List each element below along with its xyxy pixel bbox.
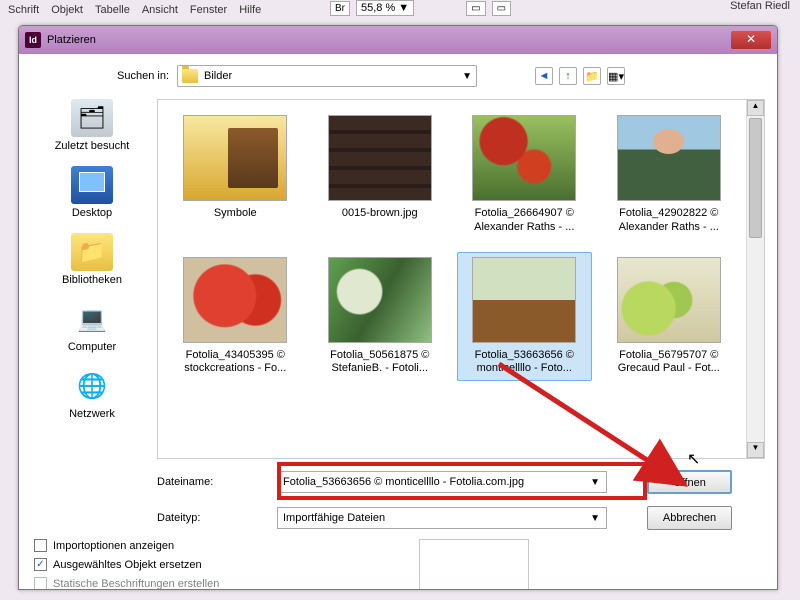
- computer-icon: [71, 300, 113, 338]
- filetype-label: Dateityp:: [157, 512, 277, 524]
- thumbnail: [472, 115, 576, 201]
- menu-objekt[interactable]: Objekt: [51, 4, 83, 16]
- menu-hilfe[interactable]: Hilfe: [239, 4, 261, 16]
- screenmode-icon[interactable]: ▭: [466, 1, 485, 16]
- file-item[interactable]: Symbole: [168, 110, 303, 240]
- chevron-down-icon: ▼: [590, 513, 600, 524]
- menu-fenster[interactable]: Fenster: [190, 4, 227, 16]
- file-caption: Fotolia_50561875 © StefanieB. - Fotoli..…: [316, 349, 445, 377]
- file-item[interactable]: Fotolia_42902822 © Alexander Raths - ...: [602, 110, 737, 240]
- filename-input[interactable]: Fotolia_53663656 © monticellllo - Fotoli…: [277, 471, 607, 493]
- filename-label: Dateiname:: [157, 476, 277, 488]
- current-folder: Bilder: [204, 70, 232, 82]
- menu-ansicht[interactable]: Ansicht: [142, 4, 178, 16]
- file-caption: Fotolia_43405395 © stockcreations - Fo..…: [171, 349, 300, 377]
- sidebar-libraries[interactable]: Bibliotheken: [27, 233, 157, 286]
- thumbnail: [617, 257, 721, 343]
- zoom-display[interactable]: 55,8 % ▼: [356, 0, 414, 16]
- nav-row: Suchen in: Bilder ▼ ◄ ↑ 📁 ▦ ▾: [79, 64, 747, 88]
- sidebar-desktop[interactable]: Desktop: [27, 166, 157, 219]
- file-caption: Symbole: [171, 207, 300, 221]
- thumbnail: [472, 257, 576, 343]
- file-item[interactable]: Fotolia_43405395 © stockcreations - Fo..…: [168, 252, 303, 382]
- thumbnail: [328, 257, 432, 343]
- folder-icon: [182, 69, 198, 83]
- menubar: Schrift Objekt Tabelle Ansicht Fenster H…: [0, 0, 261, 20]
- checkbox-box: [34, 539, 47, 552]
- open-button[interactable]: Öffnen: [647, 470, 732, 494]
- file-caption: Fotolia_56795707 © Grecaud Paul - Fot...: [605, 349, 734, 377]
- file-caption: Fotolia_26664907 © Alexander Raths - ...: [460, 207, 589, 235]
- network-icon: [71, 367, 113, 405]
- file-item[interactable]: Fotolia_26664907 © Alexander Raths - ...: [457, 110, 592, 240]
- viewmode-icon[interactable]: ▭: [492, 1, 511, 16]
- file-item[interactable]: Fotolia_56795707 © Grecaud Paul - Fot...: [602, 252, 737, 382]
- file-caption: Fotolia_42902822 © Alexander Raths - ...: [605, 207, 734, 235]
- sidebar-computer[interactable]: Computer: [27, 300, 157, 353]
- fields: Dateiname: Fotolia_53663656 © monticelll…: [157, 469, 765, 541]
- checkbox-box: ✓: [34, 558, 47, 571]
- thumbnail: [328, 115, 432, 201]
- file-caption: Fotolia_53663656 © monticellllo - Foto..…: [460, 349, 589, 377]
- recent-icon: [71, 99, 113, 137]
- options: Importoptionen anzeigen ✓ Ausgewähltes O…: [34, 539, 219, 590]
- file-area: Symbole 0015-brown.jpg Fotolia_26664907 © …: [157, 99, 765, 459]
- dialog-title: Platzieren: [47, 34, 96, 46]
- file-grid: Symbole 0015-brown.jpg Fotolia_26664907 © …: [168, 110, 736, 458]
- file-caption: 0015-brown.jpg: [316, 207, 445, 221]
- file-item[interactable]: Fotolia_50561875 © StefanieB. - Fotoli..…: [313, 252, 448, 382]
- scroll-thumb[interactable]: [749, 118, 762, 238]
- back-icon[interactable]: ◄: [535, 67, 553, 85]
- libraries-icon: [71, 233, 113, 271]
- newfolder-icon[interactable]: 📁: [583, 67, 601, 85]
- bridge-button[interactable]: Br: [330, 1, 350, 16]
- desktop-icon: [71, 166, 113, 204]
- checkbox-importoptions[interactable]: Importoptionen anzeigen: [34, 539, 219, 552]
- checkbox-box: [34, 577, 47, 590]
- toolbar: Br 55,8 % ▼ ▭ ▭: [330, 0, 511, 16]
- app-icon: Id: [25, 32, 41, 48]
- close-button[interactable]: ✕: [731, 31, 771, 49]
- sidebar-recent[interactable]: Zuletzt besucht: [27, 99, 157, 152]
- thumbnail: [617, 115, 721, 201]
- menu-tabelle[interactable]: Tabelle: [95, 4, 130, 16]
- scroll-down-icon[interactable]: ▼: [747, 442, 764, 458]
- thumbnail: [183, 257, 287, 343]
- sidebar-network[interactable]: Netzwerk: [27, 367, 157, 420]
- filetype-select[interactable]: Importfähige Dateien ▼: [277, 507, 607, 529]
- views-icon[interactable]: ▦ ▾: [607, 67, 625, 85]
- user-label: Stefan Riedl: [730, 0, 790, 12]
- chevron-down-icon: ▼: [462, 71, 472, 82]
- up-icon[interactable]: ↑: [559, 67, 577, 85]
- sidebar: Zuletzt besucht Desktop Bibliotheken Com…: [27, 99, 157, 589]
- file-item[interactable]: Fotolia_53663656 © monticellllo - Foto..…: [457, 252, 592, 382]
- scrollbar[interactable]: ▲ ▼: [746, 100, 764, 458]
- place-dialog: Id Platzieren ✕ Suchen in: Bilder ▼ ◄ ↑ …: [18, 25, 778, 590]
- preview-box: [419, 539, 529, 590]
- checkbox-static[interactable]: Statische Beschriftungen erstellen: [34, 577, 219, 590]
- titlebar[interactable]: Id Platzieren ✕: [19, 26, 777, 54]
- file-item[interactable]: 0015-brown.jpg: [313, 110, 448, 240]
- scroll-up-icon[interactable]: ▲: [747, 100, 764, 116]
- searchin-label: Suchen in:: [79, 70, 169, 82]
- cancel-button[interactable]: Abbrechen: [647, 506, 732, 530]
- searchin-combo[interactable]: Bilder ▼: [177, 65, 477, 87]
- chevron-down-icon: ▼: [590, 477, 600, 488]
- menu-schrift[interactable]: Schrift: [8, 4, 39, 16]
- thumbnail: [183, 115, 287, 201]
- checkbox-replace[interactable]: ✓ Ausgewähltes Objekt ersetzen: [34, 558, 219, 571]
